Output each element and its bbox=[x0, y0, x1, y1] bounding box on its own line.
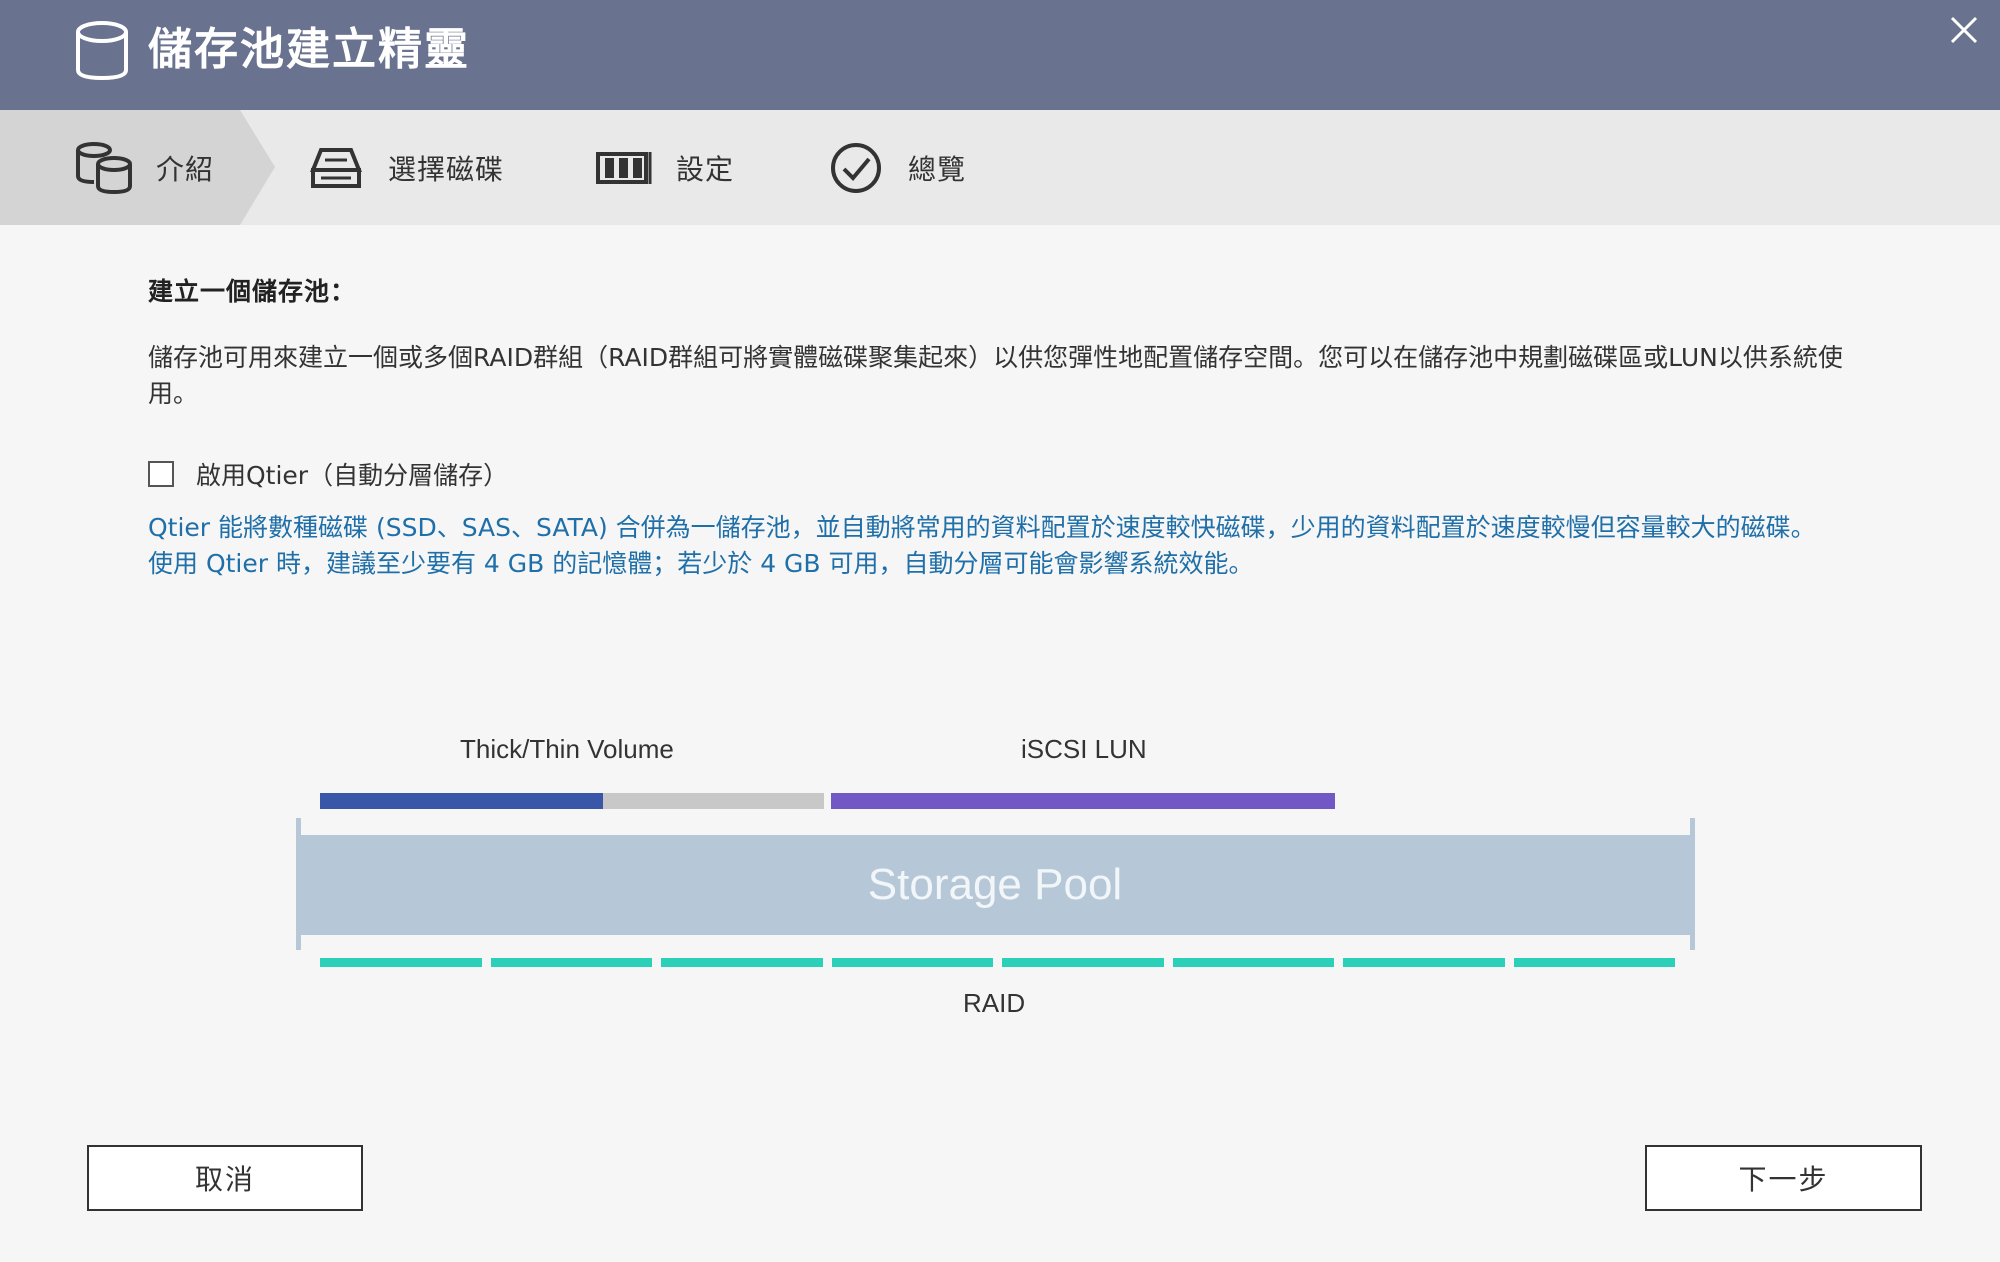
page-heading: 建立一個儲存池： bbox=[148, 277, 357, 306]
wizard-steps: 介紹 選擇磁碟 設定 總覽 bbox=[0, 110, 2000, 225]
disk-drive-icon bbox=[304, 138, 368, 198]
raid-segment bbox=[1513, 958, 1675, 967]
description-text: 儲存池可用來建立一個或多個RAID群組（RAID群組可將實體磁碟聚集起來）以供您… bbox=[148, 343, 1843, 408]
lun-bar bbox=[831, 793, 1335, 809]
step-label: 介紹 bbox=[156, 152, 215, 186]
raid-segment bbox=[831, 958, 993, 967]
qtier-checkbox-label[interactable]: 啟用Qtier（自動分層儲存） bbox=[196, 456, 508, 492]
step-summary: 總覽 bbox=[824, 110, 966, 225]
checkmark-circle-icon bbox=[824, 138, 888, 198]
raid-segment bbox=[1002, 958, 1164, 967]
storage-pool-label: Storage Pool bbox=[867, 860, 1123, 909]
close-icon[interactable] bbox=[1946, 12, 1982, 48]
pool-left-edge bbox=[296, 818, 301, 950]
settings-bars-icon bbox=[592, 138, 656, 198]
step-select-disks: 選擇磁碟 bbox=[304, 110, 504, 225]
raid-segment bbox=[320, 958, 482, 967]
storage-pool-bar: Storage Pool bbox=[300, 835, 1690, 935]
title-bar: 儲存池建立精靈 bbox=[0, 0, 2000, 110]
qtier-info: Qtier 能將數種磁碟 (SSD、SAS、SATA) 合併為一儲存池，並自動將… bbox=[148, 510, 1868, 582]
step-label: 總覽 bbox=[908, 152, 967, 186]
volume-label: Thick/Thin Volume bbox=[460, 734, 674, 764]
cancel-button[interactable]: 取消 bbox=[87, 1145, 363, 1211]
pool-right-edge bbox=[1690, 818, 1695, 950]
volume-used-bar bbox=[320, 793, 603, 809]
storage-cylinder-icon bbox=[76, 21, 128, 81]
qtier-checkbox[interactable] bbox=[148, 461, 174, 487]
step-label: 選擇磁碟 bbox=[388, 152, 505, 186]
step-label: 設定 bbox=[676, 152, 735, 186]
raid-segment bbox=[1172, 958, 1334, 967]
qtier-info-line: Qtier 能將數種磁碟 (SSD、SAS、SATA) 合併為一儲存池，並自動將… bbox=[148, 513, 1816, 542]
raid-segment bbox=[1343, 958, 1505, 967]
window-title: 儲存池建立精靈 bbox=[148, 24, 470, 75]
step-introduction: 介紹 bbox=[72, 110, 214, 225]
raid-segment bbox=[490, 958, 652, 967]
raid-segment bbox=[661, 958, 823, 967]
raid-label: RAID bbox=[963, 988, 1026, 1018]
step-settings: 設定 bbox=[592, 110, 734, 225]
introduction-icon bbox=[72, 138, 136, 198]
qtier-info-line: 使用 Qtier 時，建議至少要有 4 GB 的記憶體；若少於 4 GB 可用，… bbox=[148, 549, 1254, 578]
qtier-option[interactable]: 啟用Qtier（自動分層儲存） bbox=[148, 456, 508, 492]
next-button[interactable]: 下一步 bbox=[1645, 1145, 1922, 1211]
lun-label: iSCSI LUN bbox=[1021, 734, 1147, 764]
volume-free-bar bbox=[603, 793, 824, 809]
